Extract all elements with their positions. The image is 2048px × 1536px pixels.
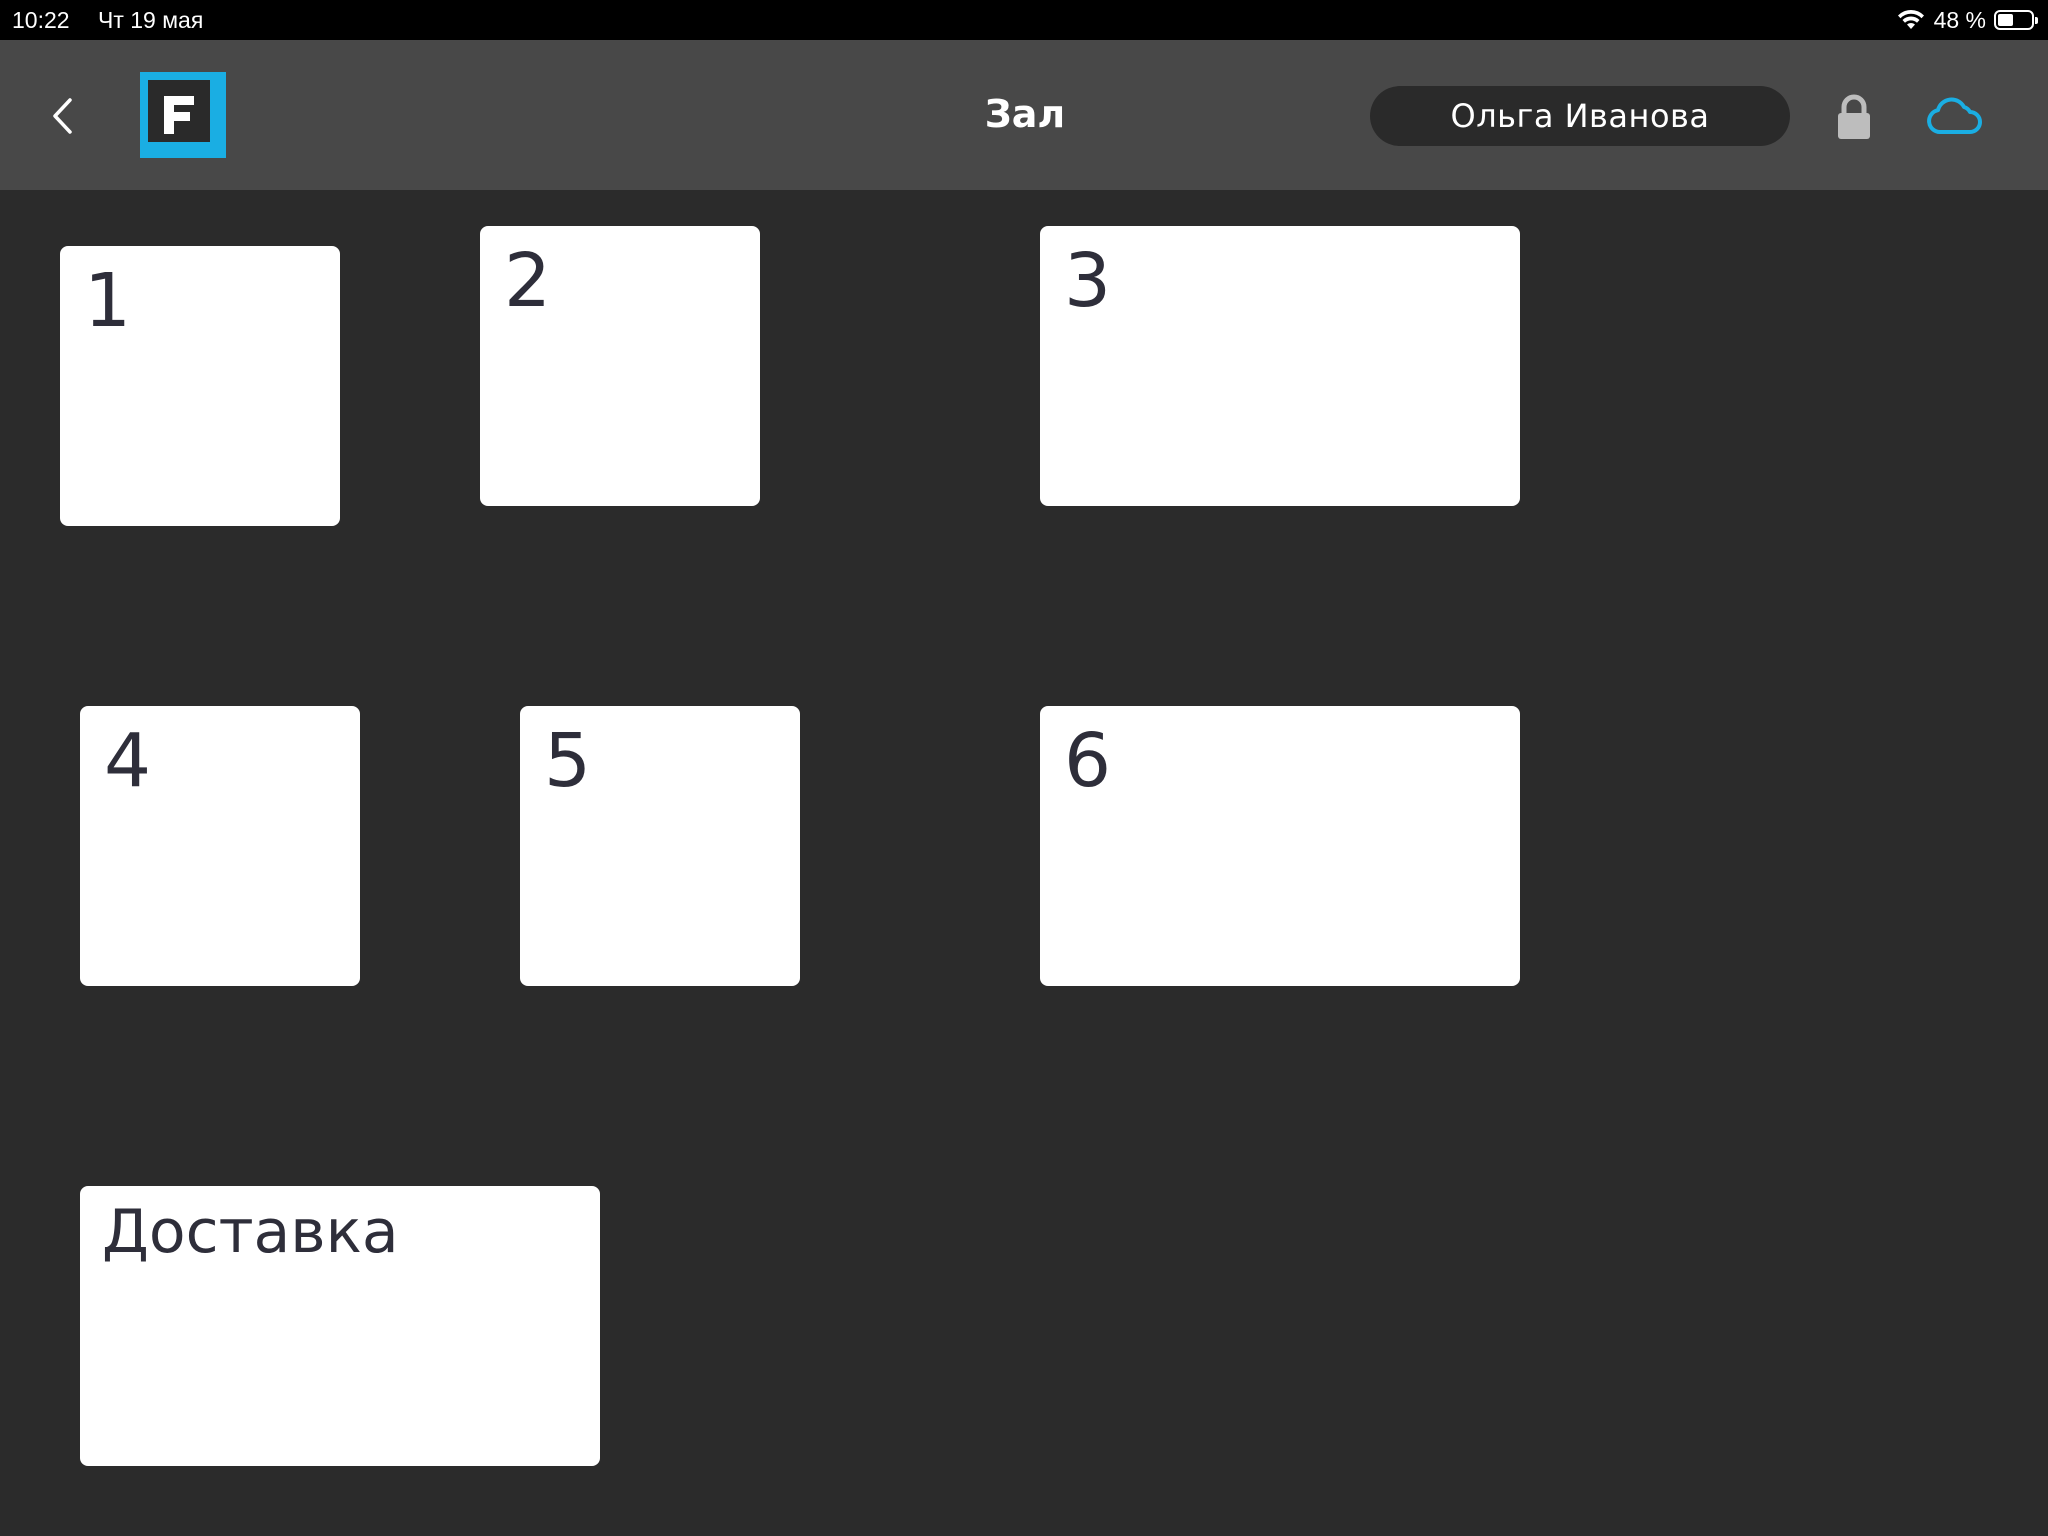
table-card-delivery[interactable]: Доставка — [80, 1186, 600, 1466]
back-button[interactable] — [40, 88, 84, 144]
status-date: Чт 19 мая — [98, 7, 204, 33]
battery-fill — [1998, 14, 2013, 26]
status-indicators: 48 % — [1896, 6, 2038, 34]
app-logo — [140, 72, 226, 158]
nav-bar: Зал Ольга Иванова — [0, 40, 2048, 190]
chevron-left-icon — [53, 98, 72, 134]
table-card-3[interactable]: 3 — [1040, 226, 1520, 506]
table-card-4[interactable]: 4 — [80, 706, 360, 986]
table-label: 1 — [84, 258, 132, 344]
table-label: Доставка — [102, 1197, 399, 1267]
status-time: 10:22 — [12, 7, 70, 33]
table-label: 2 — [504, 238, 552, 324]
table-label: 5 — [544, 718, 592, 804]
battery-percent: 48 % — [1933, 6, 1986, 33]
wifi-icon — [1897, 9, 1924, 29]
battery-icon — [1994, 10, 2038, 30]
lock-icon[interactable] — [1836, 94, 1872, 140]
status-bar: 10:22 Чт 19 мая 48 % — [0, 0, 2048, 40]
user-button[interactable]: Ольга Иванова — [1370, 86, 1790, 146]
table-card-2[interactable]: 2 — [480, 226, 760, 506]
table-card-5[interactable]: 5 — [520, 706, 800, 986]
table-label: 4 — [104, 718, 152, 804]
battery-tip — [2035, 17, 2038, 24]
cloud-icon[interactable] — [1926, 96, 1982, 136]
page-title: Зал — [984, 92, 1066, 136]
table-card-1[interactable]: 1 — [60, 246, 340, 526]
table-label: 3 — [1064, 238, 1112, 324]
table-card-6[interactable]: 6 — [1040, 706, 1520, 986]
table-label: 6 — [1064, 718, 1112, 804]
